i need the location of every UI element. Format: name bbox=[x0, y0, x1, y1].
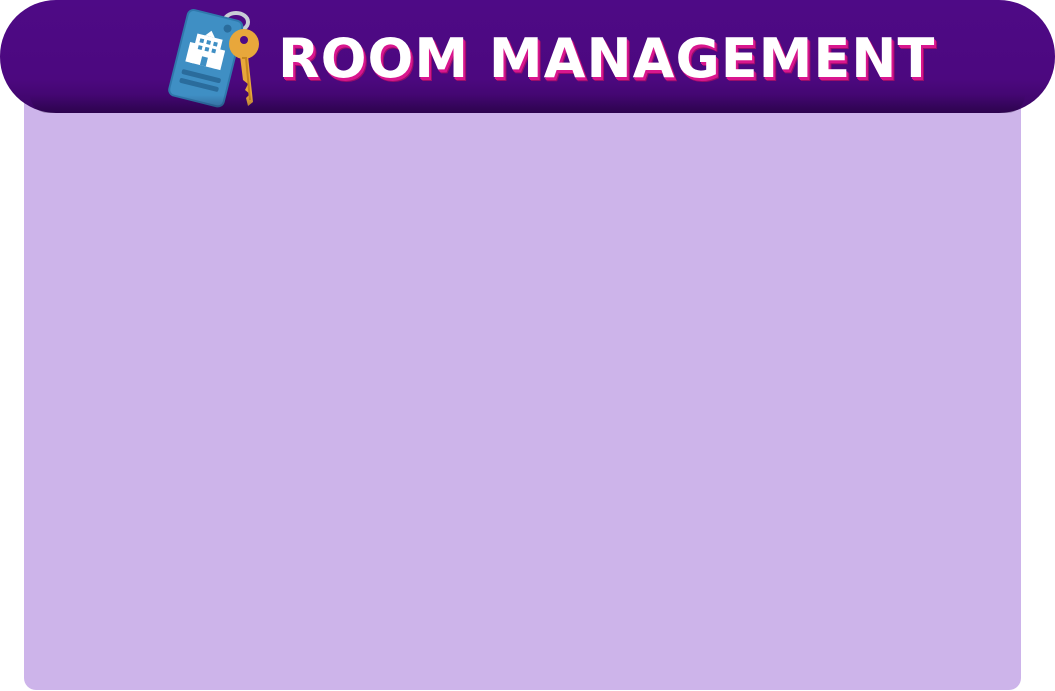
room-management-screen: ROOM MANAGEMENT bbox=[0, 0, 1055, 691]
content-panel bbox=[24, 60, 1021, 690]
page-title: ROOM MANAGEMENT bbox=[278, 27, 936, 90]
hotel-key-tag-icon bbox=[168, 9, 259, 108]
header-banner: ROOM MANAGEMENT bbox=[0, 0, 1055, 113]
